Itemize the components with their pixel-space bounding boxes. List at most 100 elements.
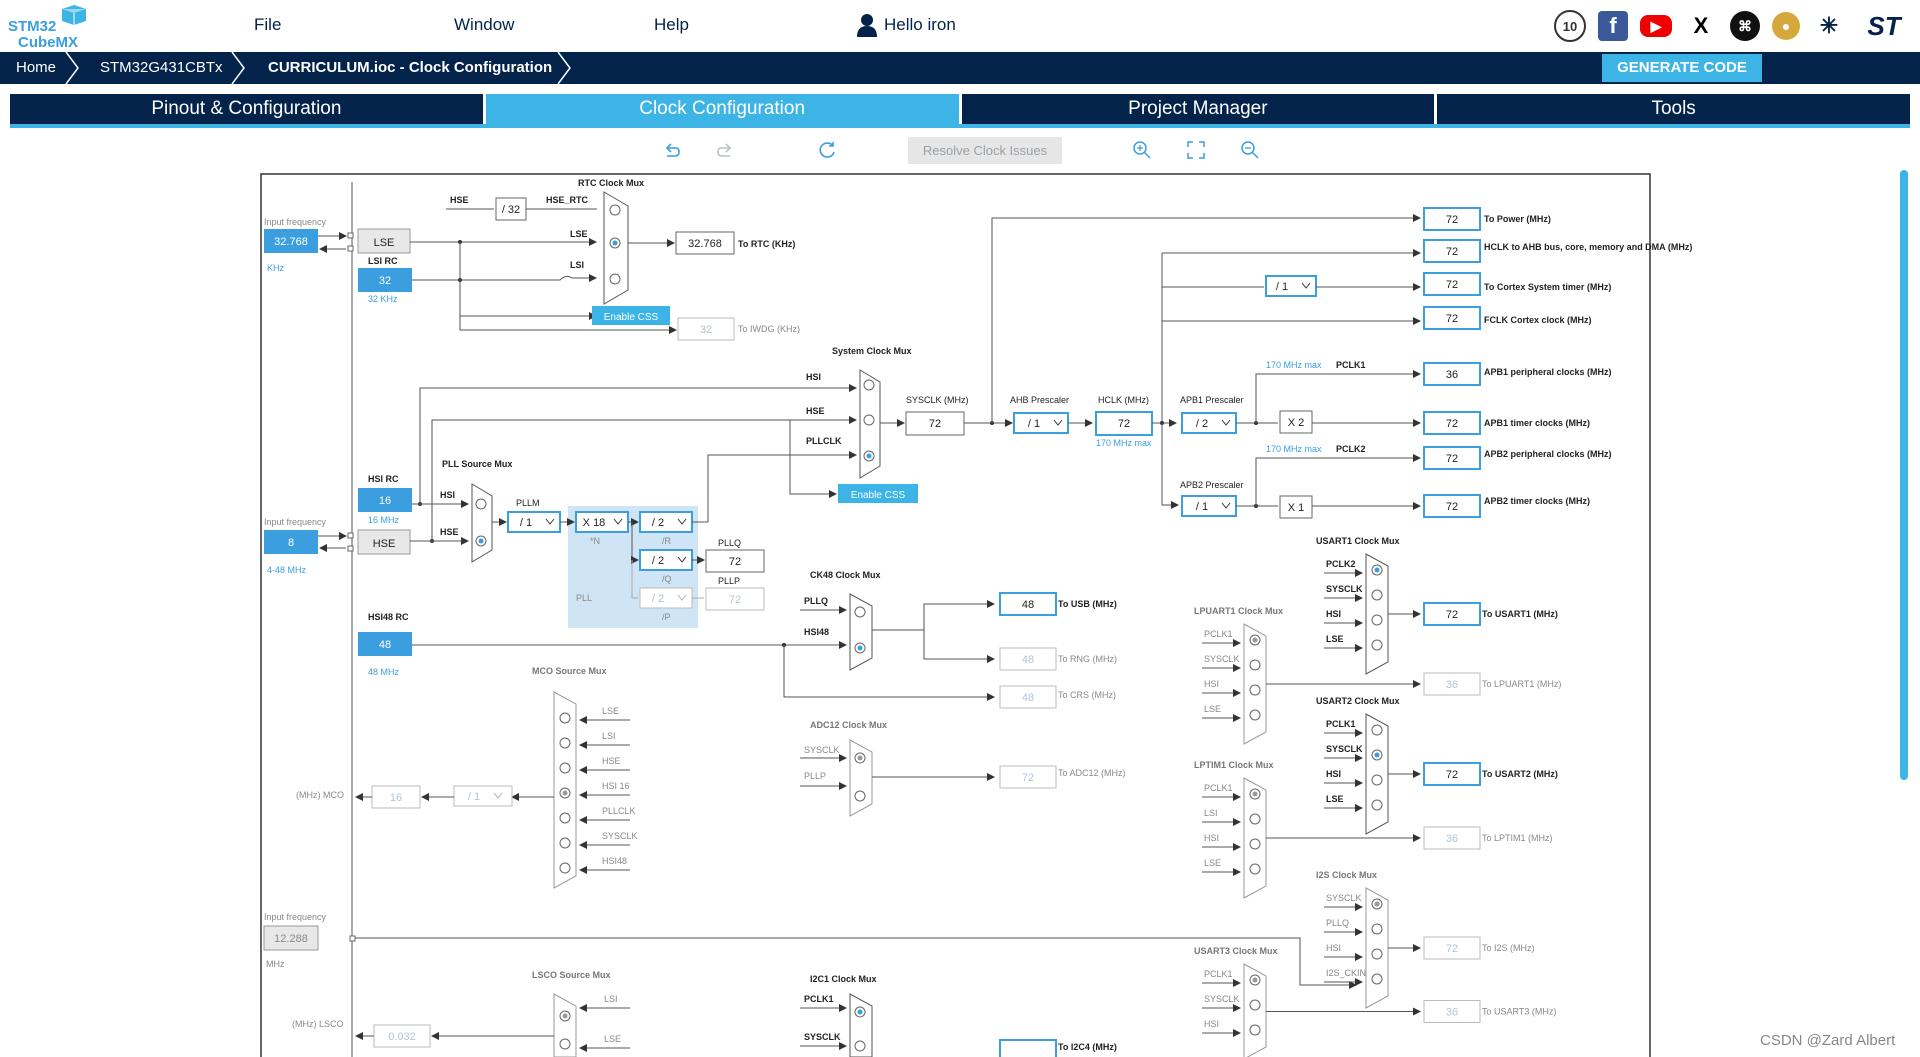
breadcrumb-device[interactable]: STM32G431CBTx xyxy=(100,59,223,76)
facebook-icon[interactable]: f xyxy=(1598,11,1628,41)
svg-text:32: 32 xyxy=(379,275,391,287)
tab-tools[interactable]: Tools xyxy=(1437,94,1910,124)
svg-text:System Clock Mux: System Clock Mux xyxy=(832,346,912,356)
svg-text:HCLK to AHB bus, core, memory: HCLK to AHB bus, core, memory and DMA (M… xyxy=(1484,242,1692,252)
svg-text:48: 48 xyxy=(379,639,391,651)
mux-input-label: SYSCLK xyxy=(1326,744,1363,754)
svg-text:HSE: HSE xyxy=(806,406,825,416)
refresh-icon[interactable] xyxy=(818,140,838,160)
svg-text:KHz: KHz xyxy=(267,263,285,273)
svg-text:72: 72 xyxy=(729,594,741,606)
svg-text:I2C1 Clock Mux: I2C1 Clock Mux xyxy=(810,974,877,984)
svg-text:APB2 peripheral clocks (MHz): APB2 peripheral clocks (MHz) xyxy=(1484,449,1612,459)
user-greeting[interactable]: Hello iron xyxy=(884,15,956,35)
svg-text:LSI RC: LSI RC xyxy=(368,256,398,266)
svg-text:CK48 Clock Mux: CK48 Clock Mux xyxy=(810,570,881,580)
rtc-clock-mux: RTC Clock Mux HSE / 32 HSE_RTC LSE LSI 3… xyxy=(410,178,800,341)
svg-text:16: 16 xyxy=(379,495,391,507)
svg-text:32.768: 32.768 xyxy=(274,236,308,248)
svg-text:Input frequency: Input frequency xyxy=(264,912,327,922)
svg-text:PLLP: PLLP xyxy=(718,576,740,586)
svg-text:PLLQ: PLLQ xyxy=(804,596,828,606)
chevron-right-icon xyxy=(65,52,79,84)
svg-text:32: 32 xyxy=(700,324,712,336)
svg-text:Enable CSS: Enable CSS xyxy=(851,490,906,501)
community-icon[interactable]: ● xyxy=(1772,12,1800,40)
mco-input-label: LSI xyxy=(602,731,616,741)
svg-text:To USART3 (MHz): To USART3 (MHz) xyxy=(1482,1007,1556,1017)
zoom-out-icon[interactable] xyxy=(1240,140,1260,160)
network-icon[interactable]: ✳ xyxy=(1812,9,1846,43)
svg-text:To USART2 (MHz): To USART2 (MHz) xyxy=(1482,769,1558,779)
menu-file[interactable]: File xyxy=(254,15,281,35)
watermark-text: CSDN @Zard Albert xyxy=(1760,1032,1896,1049)
mco-divider-select[interactable] xyxy=(453,785,513,807)
svg-text:36: 36 xyxy=(1446,1007,1458,1019)
tab-pinout[interactable]: Pinout & Configuration xyxy=(10,94,483,124)
svg-text:USART1 Clock Mux: USART1 Clock Mux xyxy=(1316,536,1400,546)
mco-input-label: PLLCLK xyxy=(602,806,636,816)
i2c1-output[interactable] xyxy=(999,1039,1057,1057)
mux-input-label: SYSCLK xyxy=(1204,994,1240,1004)
svg-text:PCLK1: PCLK1 xyxy=(1336,360,1366,370)
svg-text:/ 2: / 2 xyxy=(652,593,664,605)
mux-input-label: HSI xyxy=(1204,679,1219,689)
svg-text:48: 48 xyxy=(1022,692,1034,704)
generate-code-button[interactable]: GENERATE CODE xyxy=(1602,54,1762,82)
mux-input-label: HSI xyxy=(1204,833,1219,843)
svg-text:36: 36 xyxy=(1446,833,1458,845)
svg-text:170 MHz max: 170 MHz max xyxy=(1096,438,1152,448)
tab-clock-configuration[interactable]: Clock Configuration xyxy=(485,94,959,124)
svg-text:SYSCLK (MHz): SYSCLK (MHz) xyxy=(906,395,969,405)
svg-text:To Cortex System timer (MHz): To Cortex System timer (MHz) xyxy=(1484,282,1611,292)
svg-text:72: 72 xyxy=(729,556,741,568)
mux-input-label: HSI xyxy=(1326,769,1341,779)
svg-text:4-48 MHz: 4-48 MHz xyxy=(267,565,307,575)
mux-input-label: LSE xyxy=(1326,794,1344,804)
breadcrumb-home[interactable]: Home xyxy=(16,59,56,76)
svg-text:170 MHz max: 170 MHz max xyxy=(1266,360,1322,370)
github-icon[interactable]: ⌘ xyxy=(1730,11,1760,41)
pll-section: HSI RC 16 16 MHz Input frequency 8 4-48 … xyxy=(264,455,765,628)
vertical-scrollbar[interactable] xyxy=(1900,170,1908,780)
svg-text:To I2S (MHz): To I2S (MHz) xyxy=(1482,943,1535,953)
st-logo-icon[interactable]: ST xyxy=(1858,9,1910,43)
fit-screen-icon[interactable] xyxy=(1186,140,1206,160)
svg-text:HSE: HSE xyxy=(373,538,396,550)
svg-text:12.288: 12.288 xyxy=(274,933,308,945)
svg-text:SYSCLK: SYSCLK xyxy=(804,745,840,755)
menu-help[interactable]: Help xyxy=(654,15,689,35)
redo-icon[interactable] xyxy=(715,140,735,160)
menu-window[interactable]: Window xyxy=(454,15,514,35)
svg-text:To LPTIM1 (MHz): To LPTIM1 (MHz) xyxy=(1482,833,1553,843)
zoom-in-icon[interactable] xyxy=(1132,140,1152,160)
svg-text:/ 1: / 1 xyxy=(1276,281,1288,293)
adc12-clock-mux: ADC12 Clock Mux SYSCLK PLLP 72 To ADC12 … xyxy=(800,720,1126,817)
clock-tree-diagram: .w { stroke:#555; stroke-width:1; fill:n… xyxy=(260,173,1692,1057)
mux-input-label: HSI xyxy=(1326,943,1341,953)
anniversary-10-icon[interactable]: 10 xyxy=(1554,10,1586,42)
svg-text:APB2 Prescaler: APB2 Prescaler xyxy=(1180,480,1244,490)
resolve-clock-issues-button[interactable]: Resolve Clock Issues xyxy=(908,137,1062,164)
stm32cubemx-logo: STM32 CubeMX xyxy=(8,5,86,49)
svg-text:SYSCLK: SYSCLK xyxy=(804,1032,841,1042)
svg-text:To I2C4 (MHz): To I2C4 (MHz) xyxy=(1058,1042,1117,1052)
mux-input-label: HSI xyxy=(1326,609,1341,619)
svg-text:72: 72 xyxy=(1446,214,1458,226)
svg-text:To RNG (MHz): To RNG (MHz) xyxy=(1058,654,1117,664)
mux-input-label: PCLK2 xyxy=(1326,559,1356,569)
cortex-divider-select[interactable] xyxy=(1265,275,1317,297)
x-icon[interactable]: X xyxy=(1684,9,1718,43)
tab-project-manager[interactable]: Project Manager xyxy=(961,94,1435,124)
undo-icon[interactable] xyxy=(662,140,682,160)
svg-text:48: 48 xyxy=(1022,599,1034,611)
svg-text:HCLK (MHz): HCLK (MHz) xyxy=(1098,395,1149,405)
youtube-icon[interactable]: ▶ xyxy=(1640,15,1672,37)
svg-text:HSI48 RC: HSI48 RC xyxy=(368,612,409,622)
svg-text:(MHz) LSCO: (MHz) LSCO xyxy=(292,1019,344,1029)
svg-text:AHB Prescaler: AHB Prescaler xyxy=(1010,395,1069,405)
svg-text:/P: /P xyxy=(662,612,671,622)
svg-text:/ 32: / 32 xyxy=(502,204,520,216)
svg-text:MHz: MHz xyxy=(266,959,285,969)
mux-input-label: SYSCLK xyxy=(1204,654,1240,664)
